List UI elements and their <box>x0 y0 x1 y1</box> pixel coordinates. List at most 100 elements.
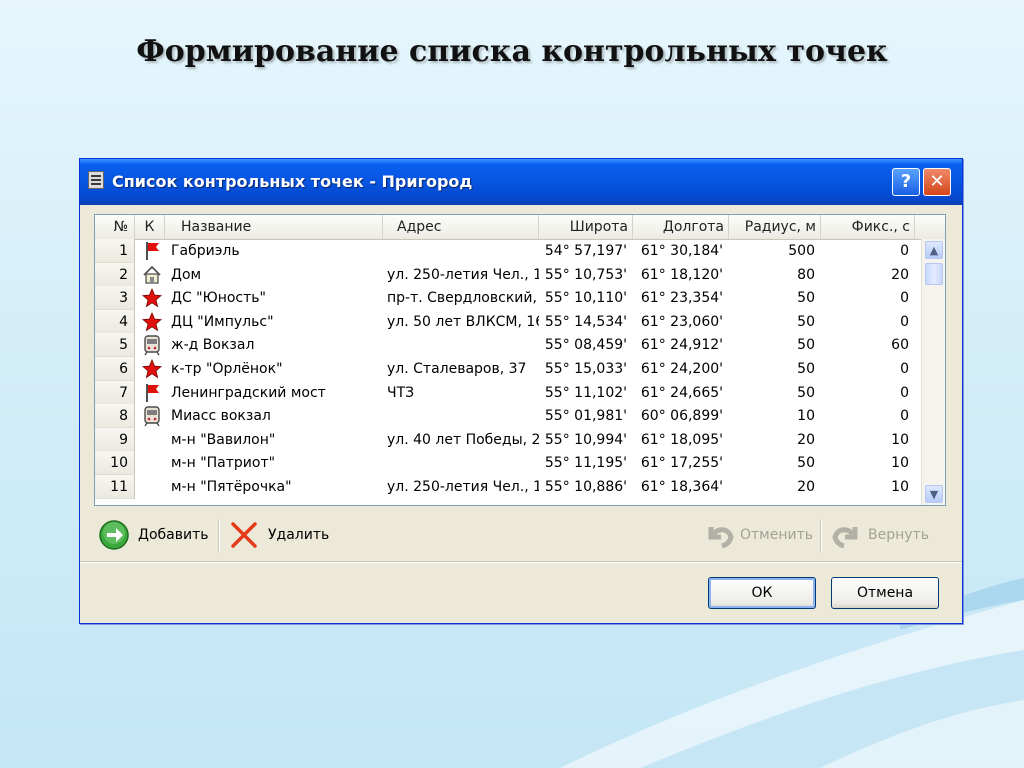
cell-address: ул. Сталеваров, 37 <box>387 361 527 377</box>
cell-name: ДС "Юность" <box>171 290 266 307</box>
cell-latitude: 55° 10,753' <box>544 266 627 283</box>
list-window-icon <box>88 171 104 189</box>
cell-radius: 50 <box>797 290 815 307</box>
cell-address <box>383 239 539 263</box>
help-button[interactable]: ? <box>892 168 920 196</box>
cell-latitude: 55° 01,981' <box>544 408 627 425</box>
cancel-button[interactable]: Отмена <box>831 577 939 609</box>
red-star-icon <box>141 310 163 334</box>
checkpoint-list-dialog: Список контрольных точек - Пригород ? ✕ … <box>79 158 963 624</box>
cell-fix: 0 <box>900 384 909 401</box>
table-row[interactable]: 11 м-н "Пятёрочка" ул. 250-летия Чел., 11 5… <box>95 475 945 499</box>
table-row[interactable]: 3 ДС "Юность" пр-т. Свердловский, 5 55° 10,… <box>95 286 945 311</box>
cell-longitude: 60° 06,899' <box>640 408 723 425</box>
cell-latitude: 55° 15,033' <box>544 361 627 377</box>
cell-fix: 10 <box>891 431 909 448</box>
cell-name: Ленинградский мост <box>171 384 326 401</box>
cell-longitude: 61° 18,364' <box>640 479 723 495</box>
table-row[interactable]: 6 к-тр "Орлёнок" ул. Сталеваров, 37 55° 15,… <box>95 357 945 381</box>
cell-number: 3 <box>95 286 135 311</box>
header-kind[interactable]: К <box>135 215 165 239</box>
cell-number: 5 <box>95 333 135 358</box>
window-title: Список контрольных точек - Пригород <box>112 172 473 191</box>
add-button[interactable]: Добавить <box>98 517 216 553</box>
cell-radius: 50 <box>797 337 815 354</box>
table-row[interactable]: 9 м-н "Вавилон" ул. 40 лет Победы, 26 55° 1… <box>95 427 945 452</box>
table-row[interactable]: 8 Миасс вокзал 55° 01,981' 60° 06,899' 10 0 <box>95 404 945 429</box>
cell-radius: 10 <box>797 408 815 425</box>
cell-name: Габриэль <box>171 243 240 259</box>
table-row[interactable]: 10 м-н "Патриот" 55° 11,195' 61° 17,255' 50 1… <box>95 451 945 476</box>
cell-number: 6 <box>95 357 135 381</box>
red-star-icon <box>141 357 163 381</box>
cell-longitude: 61° 24,665' <box>640 384 723 401</box>
header-latitude[interactable]: Широта <box>539 215 633 239</box>
cell-longitude: 61° 17,255' <box>640 455 723 472</box>
house-icon <box>141 263 163 287</box>
table-row[interactable]: 1 Габриэль 54° 57,197' 61° 30,184' 500 0 <box>95 239 945 263</box>
cell-radius: 500 <box>788 243 815 259</box>
vertical-scrollbar[interactable]: ▲ ▼ <box>921 239 945 505</box>
scroll-thumb[interactable] <box>925 263 943 285</box>
cell-name: м-н "Вавилон" <box>171 431 276 448</box>
red-star-icon <box>141 286 163 310</box>
delete-button-label: Удалить <box>268 527 330 543</box>
cell-radius: 20 <box>797 431 815 448</box>
cell-radius: 50 <box>797 313 815 330</box>
header-address[interactable]: Адрес <box>383 215 539 239</box>
cell-longitude: 61° 24,912' <box>640 337 723 354</box>
undo-arrow-icon <box>708 527 734 549</box>
title-bar[interactable]: Список контрольных точек - Пригород ? ✕ <box>80 159 962 205</box>
cell-fix: 20 <box>891 266 909 283</box>
header-number[interactable]: № <box>95 215 135 239</box>
table-header: № К Название Адрес Широта Долгота Радиус… <box>95 215 945 240</box>
cell-longitude: 61° 18,095' <box>640 431 723 448</box>
cell-address: пр-т. Свердловский, 5 <box>387 290 539 307</box>
header-fix[interactable]: Фикс., с <box>821 215 915 239</box>
cell-number: 8 <box>95 404 135 429</box>
undo-button-label: Отменить <box>740 527 814 543</box>
cell-address: ЧТЗ <box>387 384 415 401</box>
cell-number: 9 <box>95 427 135 452</box>
table-row[interactable]: 7 Ленинградский мост ЧТЗ 55° 11,102' 61° 24,… <box>95 380 945 405</box>
header-longitude[interactable]: Долгота <box>633 215 729 239</box>
table-row[interactable]: 2 Дом ул. 250-летия Чел., 15 55° 10,753' 61°… <box>95 262 945 287</box>
cell-latitude: 55° 10,110' <box>544 290 627 307</box>
cell-address: ул. 250-летия Чел., 15 <box>387 266 539 283</box>
close-button[interactable]: ✕ <box>923 168 951 196</box>
cell-number: 4 <box>95 309 135 334</box>
cell-number: 7 <box>95 380 135 405</box>
scroll-down-icon[interactable]: ▼ <box>925 485 943 503</box>
cell-number: 1 <box>95 239 135 263</box>
ok-button[interactable]: ОК <box>708 577 816 609</box>
add-button-label: Добавить <box>138 527 209 543</box>
delete-button[interactable]: Удалить <box>228 517 332 553</box>
cell-latitude: 55° 11,102' <box>544 384 627 401</box>
redo-button-label: Вернуть <box>868 527 929 543</box>
cell-address <box>383 333 539 357</box>
redo-button[interactable]: Вернуть <box>830 517 934 553</box>
cell-latitude: 55° 08,459' <box>544 337 627 354</box>
cell-number: 11 <box>95 475 135 499</box>
cell-longitude: 61° 18,120' <box>640 266 723 283</box>
cell-fix: 0 <box>900 313 909 330</box>
cell-latitude: 55° 11,195' <box>544 455 627 472</box>
cell-number: 2 <box>95 262 135 287</box>
cell-name: Миасс вокзал <box>171 408 271 425</box>
table-row[interactable]: 4 ДЦ "Импульс" ул. 50 лет ВЛКСМ, 16 55° 14,… <box>95 309 945 334</box>
cell-fix: 0 <box>900 408 909 425</box>
cell-name: м-н "Пятёрочка" <box>171 479 292 495</box>
header-radius[interactable]: Радиус, м <box>729 215 821 239</box>
red-flag-icon <box>141 381 163 405</box>
cell-name: к-тр "Орлёнок" <box>171 361 283 377</box>
undo-button[interactable]: Отменить <box>704 517 816 553</box>
train-icon <box>141 333 163 357</box>
cell-radius: 50 <box>797 361 815 377</box>
toolbar-separator <box>820 519 821 553</box>
checkpoint-table[interactable]: № К Название Адрес Широта Долгота Радиус… <box>94 214 946 506</box>
table-row[interactable]: 5 ж-д Вокзал 55° 08,459' 61° 24,912' 50 60 <box>95 333 945 358</box>
cell-radius: 80 <box>797 266 815 283</box>
scroll-up-icon[interactable]: ▲ <box>925 241 943 259</box>
cell-address: ул. 50 лет ВЛКСМ, 16 <box>387 313 539 330</box>
header-name[interactable]: Название <box>165 215 383 239</box>
